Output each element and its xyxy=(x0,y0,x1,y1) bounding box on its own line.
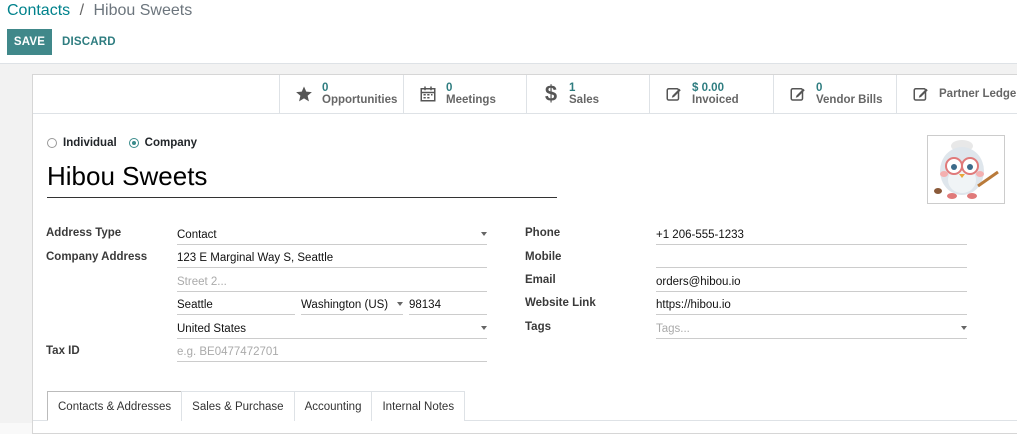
mobile-field[interactable] xyxy=(656,248,967,268)
address-type-label: Address Type xyxy=(46,227,122,239)
company-label: Company xyxy=(144,137,198,149)
email-label: Email xyxy=(525,274,556,286)
chevron-down-icon xyxy=(481,232,487,236)
vendor-bills-button[interactable]: 0 Vendor Bills xyxy=(773,75,896,113)
address-type-value: Contact xyxy=(177,229,217,241)
chevron-down-icon xyxy=(397,302,403,306)
tags-select[interactable]: Tags... xyxy=(656,319,967,339)
save-button[interactable]: SAVE xyxy=(7,29,52,55)
company-type-selector: Individual Company xyxy=(47,137,209,149)
company-radio[interactable] xyxy=(128,138,139,148)
email-field[interactable]: orders@hibou.io xyxy=(656,272,967,292)
control-panel: Contacts / Hibou Sweets SAVE DISCARD xyxy=(0,0,1017,64)
star-icon xyxy=(294,84,314,104)
breadcrumb-current: Hibou Sweets xyxy=(93,2,193,19)
invoiced-label: Invoiced xyxy=(692,94,739,106)
state-value: Washington (US) xyxy=(301,299,389,311)
phone-label: Phone xyxy=(525,227,561,239)
tax-id-label: Tax ID xyxy=(46,345,80,357)
individual-radio-option[interactable]: Individual xyxy=(47,137,117,149)
partner-image[interactable] xyxy=(927,135,1005,204)
breadcrumb: Contacts / Hibou Sweets xyxy=(7,1,192,21)
country-select[interactable]: United States xyxy=(177,319,487,339)
sales-label: Sales xyxy=(569,94,600,106)
vendor-bills-label: Vendor Bills xyxy=(816,94,883,106)
edit-icon xyxy=(788,84,808,104)
name-underline xyxy=(47,197,557,198)
state-select[interactable]: Washington (US) xyxy=(301,295,403,315)
form-sheet: 0 Opportunities 0 Meetings $ 1 Sales $ 0… xyxy=(32,74,1017,434)
partner-name-input[interactable]: Hibou Sweets xyxy=(47,160,207,192)
tax-id-field[interactable]: e.g. BE0477472701 xyxy=(177,342,487,362)
meetings-count: 0 xyxy=(446,82,453,94)
street-field[interactable]: 123 E Marginal Way S, Seattle xyxy=(177,248,487,268)
tags-placeholder: Tags... xyxy=(656,323,690,335)
tab-accounting[interactable]: Accounting xyxy=(293,391,373,421)
individual-radio[interactable] xyxy=(47,138,57,148)
tab-contacts-addresses[interactable]: Contacts & Addresses xyxy=(47,391,183,421)
edit-icon xyxy=(664,84,684,104)
sales-button[interactable]: $ 1 Sales xyxy=(526,75,649,113)
vendor-bills-count: 0 xyxy=(816,82,823,94)
smart-buttons-bar: 0 Opportunities 0 Meetings $ 1 Sales $ 0… xyxy=(33,75,1017,114)
edit-icon xyxy=(911,84,931,104)
partner-ledger-label: Partner Ledger xyxy=(939,88,1017,100)
owl-logo-icon xyxy=(934,140,999,199)
tab-internal-notes[interactable]: Internal Notes xyxy=(371,391,466,421)
country-value: United States xyxy=(177,323,247,335)
company-address-label: Company Address xyxy=(46,251,148,263)
breadcrumb-separator: / xyxy=(79,2,85,19)
breadcrumb-contacts-link[interactable]: Contacts xyxy=(7,2,70,19)
partner-ledger-button[interactable]: Partner Ledger xyxy=(896,75,1017,113)
zip-field[interactable]: 98134 xyxy=(409,295,487,315)
notebook-tabs: Contacts & Addresses Sales & Purchase Ac… xyxy=(47,391,466,421)
chevron-down-icon xyxy=(481,326,487,330)
individual-label: Individual xyxy=(63,137,117,149)
website-field[interactable]: https://hibou.io xyxy=(656,295,967,315)
meetings-button[interactable]: 0 Meetings xyxy=(403,75,526,113)
website-label: Website Link xyxy=(525,297,596,309)
meetings-label: Meetings xyxy=(446,94,496,106)
sales-count: 1 xyxy=(569,82,576,94)
chevron-down-icon xyxy=(961,326,967,330)
address-type-select[interactable]: Contact xyxy=(177,225,487,245)
opportunities-button[interactable]: 0 Opportunities xyxy=(279,75,403,113)
opportunities-count: 0 xyxy=(322,82,329,94)
invoiced-amount: $ 0.00 xyxy=(692,82,724,94)
tags-label: Tags xyxy=(525,321,551,333)
invoiced-button[interactable]: $ 0.00 Invoiced xyxy=(649,75,773,113)
company-radio-option[interactable]: Company xyxy=(128,137,198,149)
opportunities-label: Opportunities xyxy=(322,94,398,106)
tab-sales-purchase[interactable]: Sales & Purchase xyxy=(181,391,295,421)
dollar-icon: $ xyxy=(544,81,558,106)
street2-field[interactable]: Street 2... xyxy=(177,272,487,292)
mobile-label: Mobile xyxy=(525,251,562,263)
city-field[interactable]: Seattle xyxy=(177,295,295,315)
phone-field[interactable]: +1 206-555-1233 xyxy=(656,225,967,245)
discard-button[interactable]: DISCARD xyxy=(62,29,116,55)
calendar-icon xyxy=(418,84,438,104)
